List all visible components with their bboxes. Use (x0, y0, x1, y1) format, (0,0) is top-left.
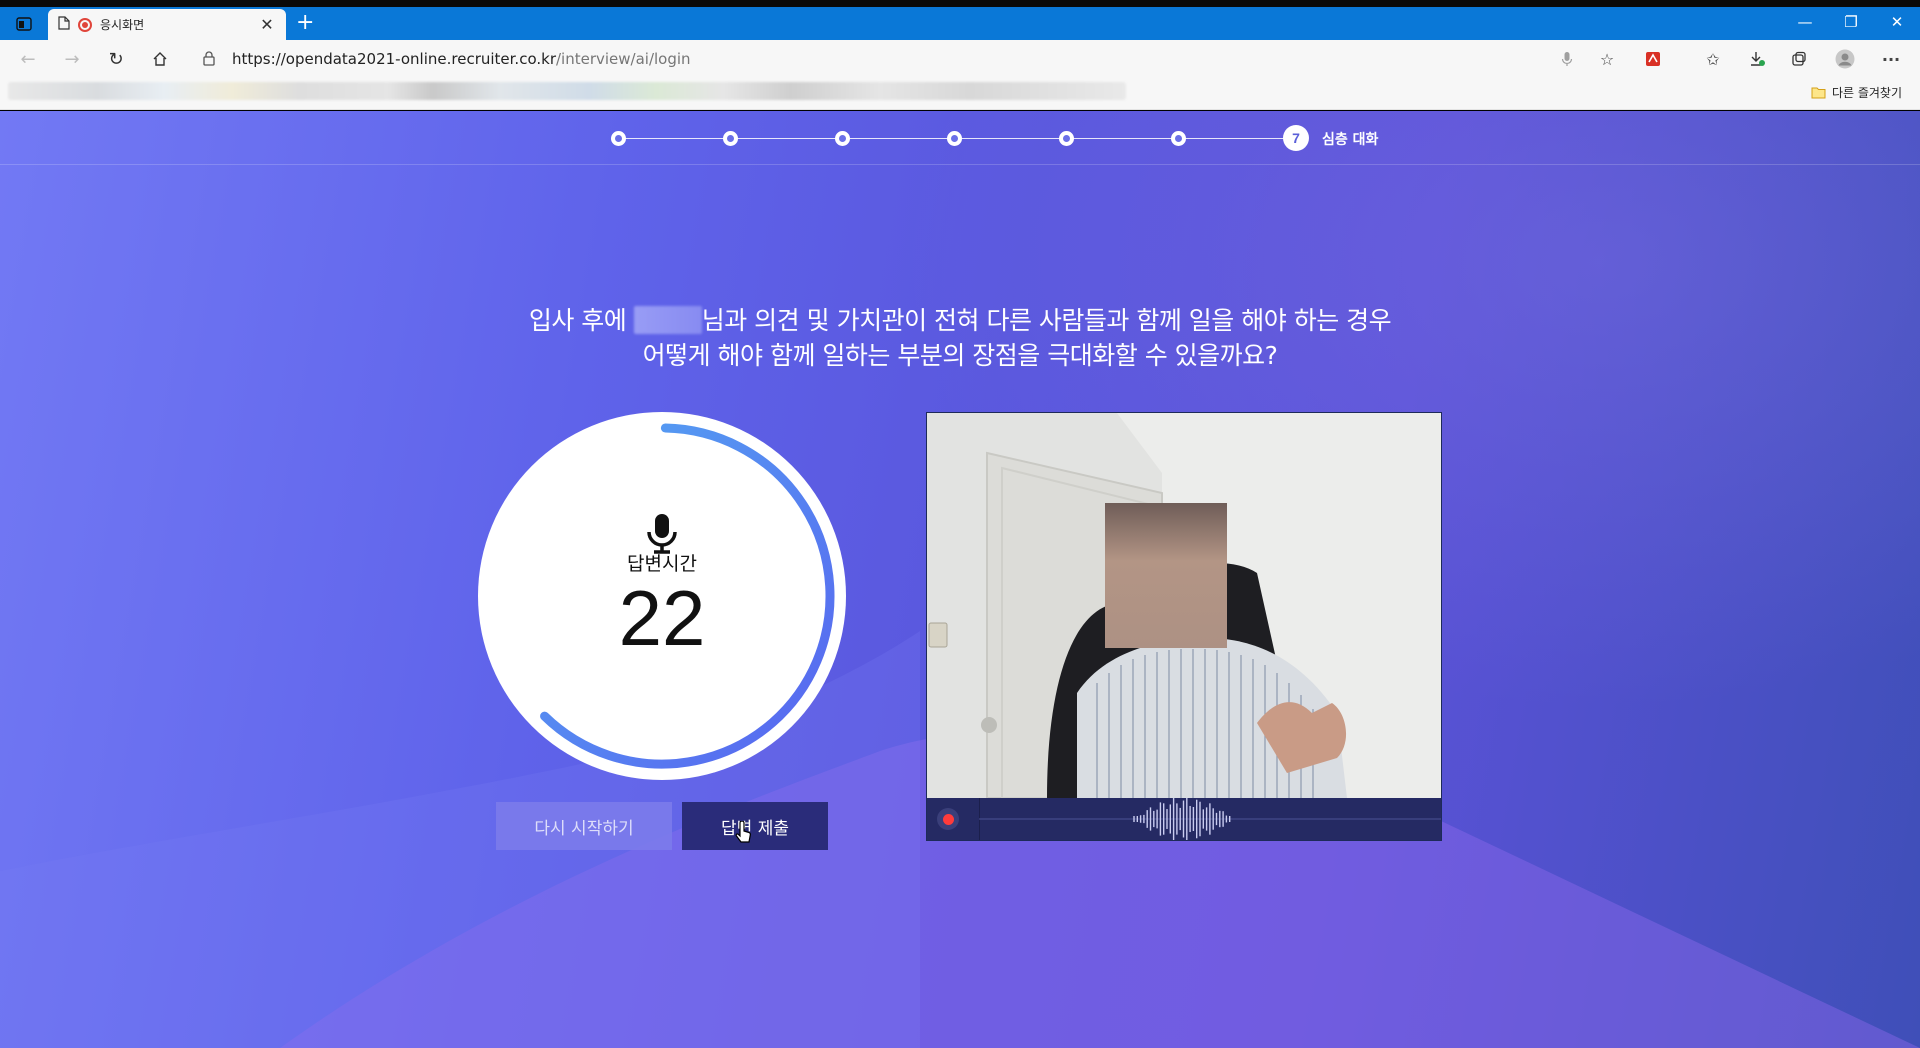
step-current-label: 심층 대화 (1322, 132, 1379, 148)
url-field[interactable]: https://opendata2021-online.recruiter.co… (232, 50, 691, 68)
hand-cursor-icon (735, 821, 751, 843)
microphone-icon[interactable] (1554, 48, 1580, 70)
page-icon (58, 15, 70, 34)
more-options-icon[interactable]: ··· (1878, 48, 1904, 70)
forward-icon[interactable]: → (60, 48, 84, 70)
tab-title: 응시화면 (100, 18, 145, 32)
step-dot-4 (947, 131, 962, 146)
recording-indicator-icon (78, 17, 92, 32)
favorites-bar: 다른 즐겨찾기 (0, 78, 1920, 110)
interview-question: 입사 후에 님과 의견 및 가치관이 전혀 다른 사람들과 함께 일을 해야 하… (460, 303, 1460, 373)
timer-value: 22 (618, 574, 706, 662)
url-host: https://opendata2021-online.recruiter.co… (232, 50, 556, 68)
masked-name (633, 306, 702, 334)
add-favorite-icon[interactable]: ☆ (1594, 48, 1620, 70)
question-line1-start: 입사 후에 (528, 306, 634, 335)
refresh-icon[interactable]: ↻ (104, 48, 128, 70)
webcam-preview (926, 412, 1442, 841)
record-icon[interactable] (937, 808, 959, 830)
back-icon[interactable]: ← (16, 48, 40, 70)
step-current: 7 (1283, 125, 1309, 151)
address-bar: ← → ↻ https://opendata2021-online.recrui… (0, 40, 1920, 78)
profile-avatar-icon[interactable] (1832, 48, 1858, 70)
downloads-icon[interactable] (1744, 48, 1770, 70)
step-dot-1 (611, 131, 626, 146)
new-tab-icon[interactable]: + (296, 12, 314, 34)
other-favorites-label: 다른 즐겨찾기 (1831, 86, 1902, 100)
webcam-video-frame (927, 413, 1441, 799)
other-favorites-button[interactable]: 다른 즐겨찾기 (1811, 84, 1902, 101)
question-line2: 어떻게 해야 함께 일하는 부분의 장점을 극대화할 수 있을까요? (642, 341, 1278, 370)
tab-close-icon[interactable]: ✕ (258, 15, 276, 34)
step-dot-3 (835, 131, 850, 146)
browser-tab[interactable]: 응시화면 ✕ (48, 9, 286, 40)
favorites-blurred (8, 82, 1126, 100)
tab-strip: 응시화면 ✕ + (0, 7, 1920, 40)
tab-actions-icon[interactable] (10, 13, 38, 35)
minimize-icon[interactable]: — (1782, 7, 1828, 37)
interview-page: 7 심층 대화 입사 후에 님과 의견 및 가치관이 전혀 다른 사람들과 함께… (0, 111, 1920, 1048)
audio-waveform (979, 798, 1441, 840)
favorites-icon[interactable]: ✩ (1700, 48, 1726, 70)
lock-icon[interactable] (203, 51, 215, 70)
step-dot-2 (723, 131, 738, 146)
submit-answer-button[interactable]: 답변 제출 (682, 802, 828, 850)
recording-bar (927, 798, 1441, 840)
extension-icon[interactable] (1640, 48, 1666, 70)
step-dot-5 (1059, 131, 1074, 146)
url-path: /interview/ai/login (555, 50, 691, 68)
folder-icon (1811, 87, 1826, 99)
screen-top-edge (0, 0, 1920, 7)
home-icon[interactable] (148, 48, 172, 70)
progress-stepper: 7 심층 대화 (0, 111, 1920, 165)
close-window-icon[interactable]: ✕ (1874, 7, 1920, 37)
question-line1-end: 님과 의견 및 가치관이 전혀 다른 사람들과 함께 일을 해야 하는 경우 (701, 306, 1392, 335)
restore-icon[interactable]: ❐ (1828, 7, 1874, 37)
timer-label: 답변시간 (627, 553, 697, 575)
restart-button[interactable]: 다시 시작하기 (496, 802, 672, 850)
step-dot-6 (1171, 131, 1186, 146)
collections-icon[interactable] (1786, 48, 1812, 70)
